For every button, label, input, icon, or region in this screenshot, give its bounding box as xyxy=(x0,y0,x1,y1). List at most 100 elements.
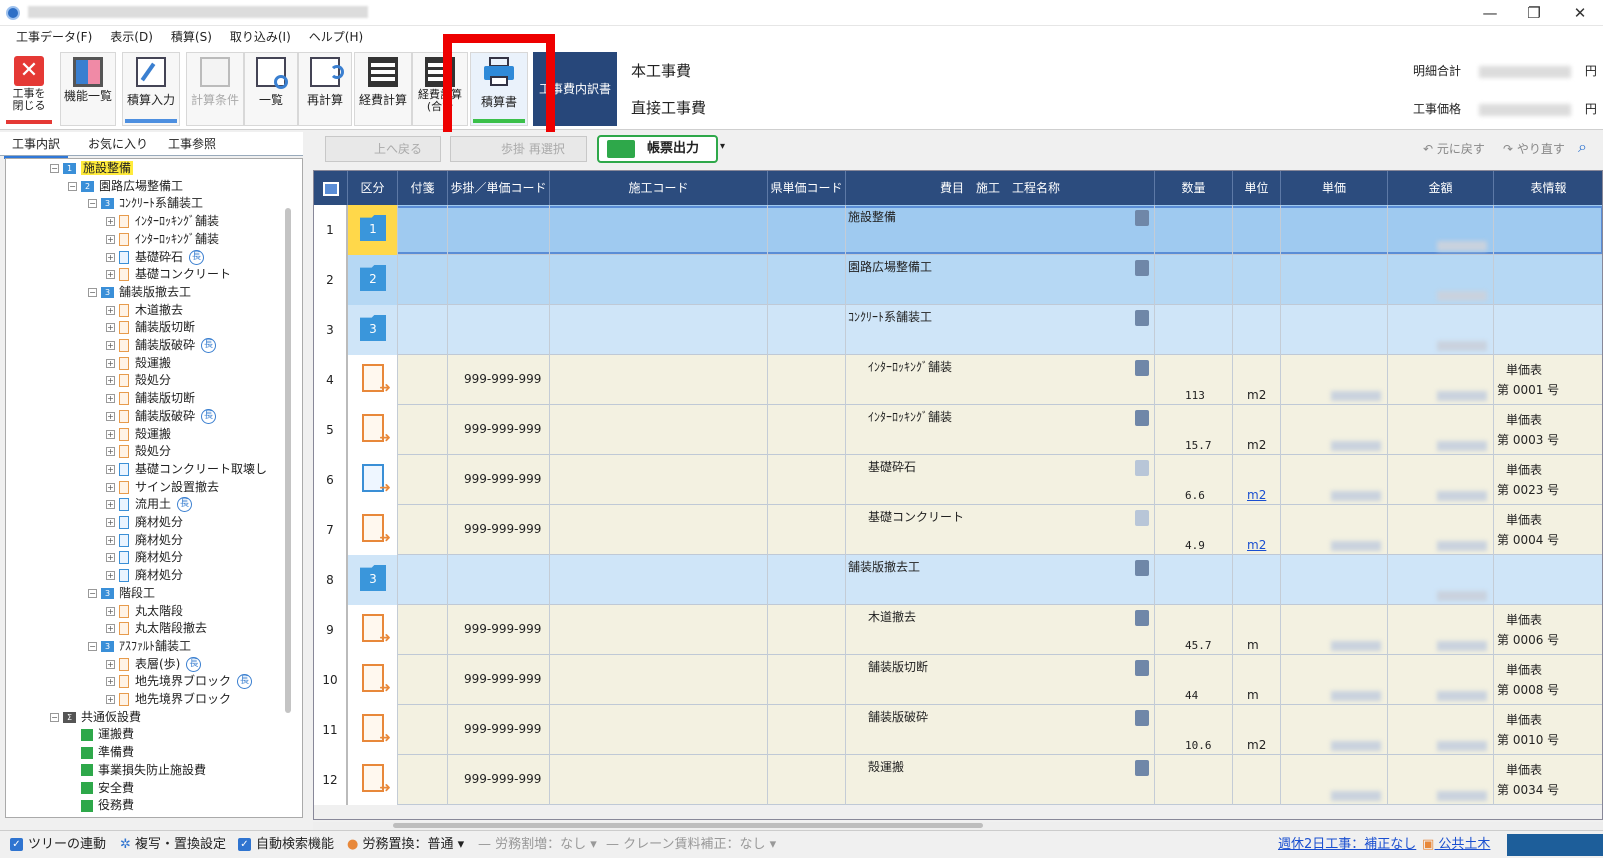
expand-toggle-icon[interactable]: + xyxy=(106,677,115,687)
table-row[interactable]: 11 999-999-999 舗装版破砕 10.6 m2 単価表第 0010 号 xyxy=(314,705,1602,755)
lock-icon[interactable] xyxy=(1135,610,1149,626)
menu-import[interactable]: 取り込み(I) xyxy=(221,26,300,48)
expand-toggle-icon[interactable]: + xyxy=(106,553,115,563)
tree-node[interactable]: + 廃材処分 xyxy=(106,513,183,531)
tree-node[interactable]: −1 施設整備 xyxy=(50,159,134,177)
reselect-button[interactable]: 歩掛 再選択 xyxy=(450,136,587,162)
pref-code-cell[interactable] xyxy=(768,305,846,355)
amount-cell[interactable] xyxy=(1388,405,1494,455)
sticky-cell[interactable] xyxy=(398,355,448,405)
pref-code-cell[interactable] xyxy=(768,605,846,655)
sticky-cell[interactable] xyxy=(398,755,448,805)
tree-node[interactable]: +事業損失防止施設費 xyxy=(68,761,206,779)
tab-favorites[interactable]: お気に入り xyxy=(80,132,156,156)
tree-node[interactable]: + 舗装版切断 xyxy=(106,318,195,336)
unit-cell[interactable]: m xyxy=(1233,655,1281,705)
sticky-cell[interactable] xyxy=(398,655,448,705)
category-cell[interactable]: 1 xyxy=(348,205,398,255)
expense-calc-button[interactable]: 経費計算 xyxy=(354,52,412,126)
quantity-cell[interactable]: 44 xyxy=(1155,655,1233,705)
table-info-cell[interactable]: 単価表第 0006 号 xyxy=(1494,605,1602,655)
quantity-cell[interactable] xyxy=(1155,205,1233,255)
tab-reference[interactable]: 工事参照 xyxy=(160,132,224,156)
column-header[interactable]: 表情報 xyxy=(1494,171,1602,205)
sticky-cell[interactable] xyxy=(398,205,448,255)
tree-node[interactable]: +役務費 xyxy=(68,796,134,814)
expand-toggle-icon[interactable]: + xyxy=(106,429,115,439)
unit-price-cell[interactable] xyxy=(1281,305,1388,355)
column-header[interactable]: 付箋 xyxy=(398,171,448,205)
category-cell[interactable]: 3 xyxy=(348,555,398,605)
pref-code-cell[interactable] xyxy=(768,655,846,705)
sekou-code-cell[interactable] xyxy=(550,655,768,705)
unit-cell[interactable]: m2 xyxy=(1233,355,1281,405)
labor-replace-dropdown[interactable]: ● 労務置換：普通 ▾ xyxy=(347,831,464,858)
sekou-code-cell[interactable] xyxy=(550,505,768,555)
name-cell[interactable]: ｲﾝﾀｰﾛｯｷﾝｸﾞ舗装 xyxy=(846,355,1155,405)
expand-toggle-icon[interactable]: + xyxy=(106,394,115,404)
lock-icon[interactable] xyxy=(1135,210,1149,226)
search-icon[interactable]: ⌕ xyxy=(1578,137,1587,157)
amount-cell[interactable] xyxy=(1388,255,1494,305)
expand-toggle-icon[interactable]: − xyxy=(88,588,97,598)
expand-toggle-icon[interactable]: + xyxy=(106,323,115,333)
tree-node[interactable]: + 丸太階段 xyxy=(106,602,183,620)
unit-cell[interactable]: m2 xyxy=(1233,505,1281,555)
name-cell[interactable]: 基礎コンクリート xyxy=(846,505,1155,555)
category-cell[interactable] xyxy=(348,405,398,455)
week2-link[interactable]: 週休2日工事：補正なし xyxy=(1278,831,1416,858)
expand-toggle-icon[interactable]: + xyxy=(106,500,115,510)
unit-cell[interactable] xyxy=(1233,555,1281,605)
tree-node[interactable]: + 基礎コンクリート取壊し xyxy=(106,460,267,478)
code-cell[interactable]: 999-999-999 xyxy=(448,455,550,505)
amount-cell[interactable] xyxy=(1388,505,1494,555)
menu-koji-data[interactable]: 工事データ(F) xyxy=(0,26,101,48)
row-number[interactable]: 4 xyxy=(314,355,348,405)
quantity-cell[interactable] xyxy=(1155,255,1233,305)
column-header[interactable]: 単位 xyxy=(1233,171,1281,205)
table-row[interactable]: 12 999-999-999 殻運搬 単価表第 0034 号 xyxy=(314,755,1602,805)
row-number[interactable]: 11 xyxy=(314,705,348,755)
sticky-cell[interactable] xyxy=(398,555,448,605)
system-tray-icons[interactable] xyxy=(1507,834,1603,856)
expand-toggle-icon[interactable]: + xyxy=(106,252,115,262)
tree-node[interactable]: + ｲﾝﾀｰﾛｯｷﾝｸﾞ舗装 xyxy=(106,212,219,230)
expand-toggle-icon[interactable]: + xyxy=(106,659,115,669)
amount-cell[interactable] xyxy=(1388,305,1494,355)
tree-node[interactable]: + 舗装版破砕長 xyxy=(106,407,217,425)
unit-price-cell[interactable] xyxy=(1281,755,1388,805)
unit-price-cell[interactable] xyxy=(1281,705,1388,755)
quantity-cell[interactable]: 10.6 xyxy=(1155,705,1233,755)
pref-code-cell[interactable] xyxy=(768,705,846,755)
column-header[interactable]: 金額 xyxy=(1388,171,1494,205)
tree-node[interactable]: +準備費 xyxy=(68,743,134,761)
copy-replace-setting[interactable]: ✲ 複写・置換設定 xyxy=(120,831,226,858)
tree-node[interactable]: + 殻処分 xyxy=(106,371,171,389)
column-header[interactable]: 区分 xyxy=(348,171,398,205)
sekou-code-cell[interactable] xyxy=(550,555,768,605)
tree-node[interactable]: −2 園路広場整備工 xyxy=(68,177,183,195)
unit-price-cell[interactable] xyxy=(1281,605,1388,655)
tree-node[interactable]: + 廃材処分 xyxy=(106,531,183,549)
sekou-code-cell[interactable] xyxy=(550,305,768,355)
lock-icon[interactable] xyxy=(1135,710,1149,726)
amount-cell[interactable] xyxy=(1388,605,1494,655)
tree-node[interactable]: + 流用土長 xyxy=(106,495,193,513)
sekou-code-cell[interactable] xyxy=(550,605,768,655)
grid-hscrollbar[interactable] xyxy=(313,822,1603,830)
public-works-link[interactable]: ▣ 公共土木 xyxy=(1422,831,1490,858)
sticky-cell[interactable] xyxy=(398,405,448,455)
tree-node[interactable]: +運搬費 xyxy=(68,725,134,743)
quantity-cell[interactable]: 6.6 xyxy=(1155,455,1233,505)
table-info-cell[interactable] xyxy=(1494,555,1602,605)
tree-node[interactable]: + 舗装版破砕長 xyxy=(106,336,217,354)
amount-cell[interactable] xyxy=(1388,455,1494,505)
quantity-cell[interactable] xyxy=(1155,755,1233,805)
sekou-code-cell[interactable] xyxy=(550,705,768,755)
name-cell[interactable]: 園路広場整備工 xyxy=(846,255,1155,305)
unit-cell[interactable]: m2 xyxy=(1233,455,1281,505)
expand-toggle-icon[interactable]: + xyxy=(106,305,115,315)
expand-toggle-icon[interactable]: + xyxy=(106,270,115,280)
name-cell[interactable]: 木道撤去 xyxy=(846,605,1155,655)
row-number[interactable]: 5 xyxy=(314,405,348,455)
